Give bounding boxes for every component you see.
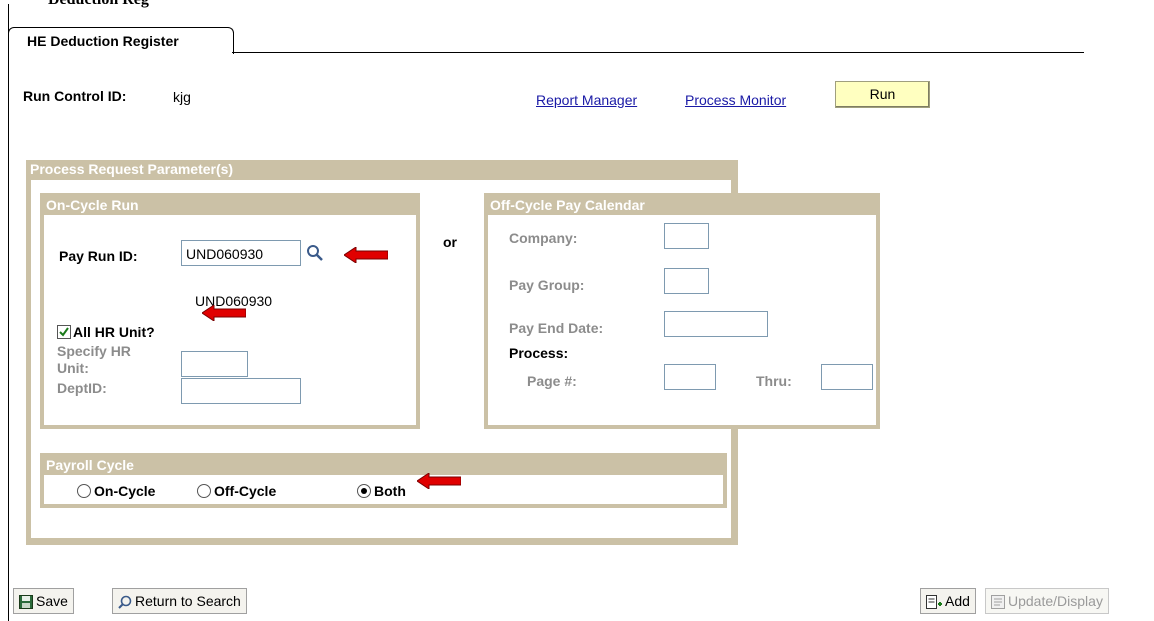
process-params-body: On-Cycle Run Pay Run ID: UND060930 UND06… xyxy=(31,180,880,538)
thru-input[interactable] xyxy=(821,364,873,390)
add-label: Add xyxy=(945,593,970,609)
save-label: Save xyxy=(36,593,68,609)
page-number-input[interactable] xyxy=(664,364,716,390)
run-control-value: kjg xyxy=(173,89,191,105)
checkbox-icon[interactable] xyxy=(57,325,71,339)
tab-underline xyxy=(232,52,1084,53)
company-label: Company: xyxy=(509,230,578,246)
process-request-parameters-group: Process Request Parameter(s) On-Cycle Ru… xyxy=(26,160,880,545)
annotation-arrow-icon xyxy=(202,305,246,321)
process-label: Process: xyxy=(509,345,569,361)
update-display-button[interactable]: Update/Display xyxy=(985,588,1109,614)
search-icon xyxy=(118,595,132,610)
pay-end-date-input[interactable] xyxy=(664,311,768,337)
run-button[interactable]: Run xyxy=(835,81,930,108)
pay-group-label: Pay Group: xyxy=(509,277,585,293)
report-manager-link[interactable]: Report Manager xyxy=(536,92,637,108)
all-hr-unit-label: All HR Unit? xyxy=(73,324,155,340)
off-cycle-title: Off-Cycle Pay Calendar xyxy=(488,197,876,215)
process-monitor-link[interactable]: Process Monitor xyxy=(685,92,786,108)
off-cycle-pay-calendar-box: Off-Cycle Pay Calendar Company: Pay Grou… xyxy=(484,193,880,429)
company-input[interactable] xyxy=(664,223,709,249)
payroll-cycle-title: Payroll Cycle xyxy=(44,457,723,475)
add-icon xyxy=(926,595,942,610)
pay-group-input[interactable] xyxy=(664,268,709,294)
deptid-input[interactable] xyxy=(181,378,301,404)
or-label: or xyxy=(443,234,457,250)
tab-he-deduction-register[interactable]: HE Deduction Register xyxy=(8,27,234,54)
specify-hr-unit-input[interactable] xyxy=(181,351,248,377)
page-number-label: Page #: xyxy=(527,373,577,389)
thru-label: Thru: xyxy=(756,373,792,389)
return-to-search-button[interactable]: Return to Search xyxy=(112,588,247,614)
update-display-icon xyxy=(991,595,1005,610)
return-to-search-label: Return to Search xyxy=(135,593,241,609)
run-control-label: Run Control ID: xyxy=(23,88,127,104)
update-display-label: Update/Display xyxy=(1008,593,1103,609)
pay-run-id-input[interactable]: UND060930 xyxy=(181,240,301,266)
specify-hr-unit-label-1: Specify HR xyxy=(57,343,131,359)
page-heading: Deduction Reg xyxy=(48,0,149,9)
save-button[interactable]: Save xyxy=(13,588,74,614)
save-icon xyxy=(19,595,33,610)
payroll-cycle-box: Payroll Cycle On-Cycle Off-Cycle Both xyxy=(40,453,727,508)
add-button[interactable]: Add xyxy=(920,588,976,614)
annotation-arrow-icon xyxy=(417,473,461,489)
tab-label: HE Deduction Register xyxy=(27,33,179,49)
on-cycle-run-box: On-Cycle Run Pay Run ID: UND060930 UND06… xyxy=(40,193,420,429)
deptid-label: DeptID: xyxy=(57,380,107,396)
on-cycle-radio[interactable] xyxy=(77,484,91,498)
on-cycle-radio-label: On-Cycle xyxy=(94,483,156,499)
off-cycle-radio-label: Off-Cycle xyxy=(214,483,277,499)
annotation-arrow-icon xyxy=(344,247,388,263)
lookup-icon[interactable] xyxy=(306,244,324,262)
pay-run-id-label: Pay Run ID: xyxy=(59,248,138,264)
both-radio[interactable] xyxy=(357,484,371,498)
off-cycle-radio[interactable] xyxy=(197,484,211,498)
specify-hr-unit-label-2: Unit: xyxy=(57,360,89,376)
pay-end-date-label: Pay End Date: xyxy=(509,320,604,336)
frame-border xyxy=(8,4,9,621)
on-cycle-title: On-Cycle Run xyxy=(44,197,416,215)
process-params-title: Process Request Parameter(s) xyxy=(30,161,234,177)
both-radio-label: Both xyxy=(374,483,406,499)
